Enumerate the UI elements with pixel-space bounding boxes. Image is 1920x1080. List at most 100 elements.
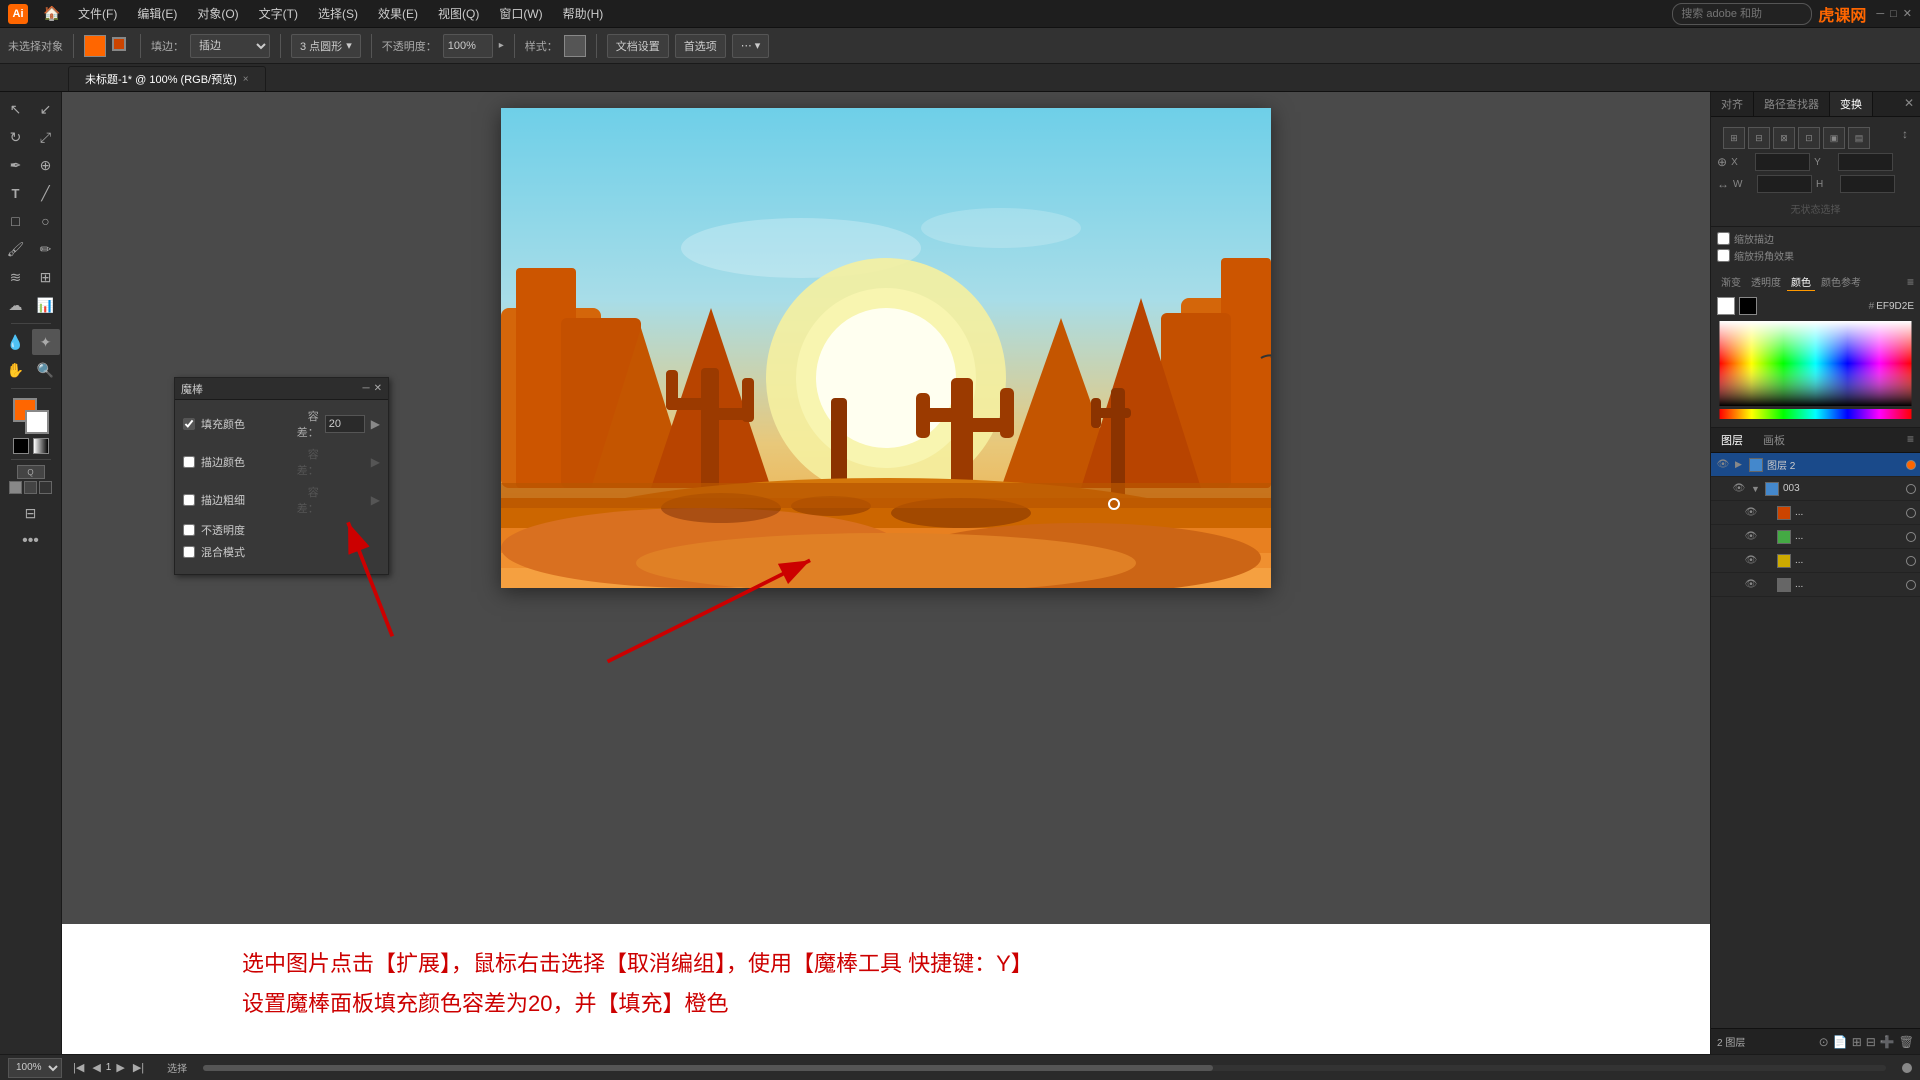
color-gradient-picker[interactable] [1717, 321, 1914, 421]
right-panel-close[interactable]: ✕ [1898, 92, 1920, 116]
layer-red[interactable]: 👁 ... [1711, 501, 1920, 525]
scroll-indicator[interactable] [1902, 1063, 1912, 1073]
close-btn[interactable]: ✕ [1903, 7, 1912, 20]
panel-close-btn[interactable]: ✕ [374, 383, 382, 394]
style-preview[interactable] [564, 35, 586, 57]
artboard-tool[interactable]: ⊟ [17, 500, 45, 526]
hand-tool[interactable]: ✋ [2, 357, 30, 383]
doc-settings-btn[interactable]: 文档设置 [607, 34, 669, 58]
menu-help[interactable]: 帮助(H) [555, 3, 612, 24]
layer-003-expand[interactable]: ▼ [1751, 484, 1761, 494]
menu-file[interactable]: 文件(F) [70, 3, 125, 24]
more-tools-btn[interactable]: ••• [17, 528, 45, 554]
layer-2-expand[interactable]: ▶ [1735, 459, 1745, 470]
scale-stroke-cb[interactable] [1717, 232, 1730, 245]
align-bottom-icon[interactable]: ▤ [1848, 127, 1870, 149]
zoom-tool[interactable]: 🔍 [32, 357, 60, 383]
home-btn[interactable]: 🏠 [38, 1, 66, 27]
minimize-btn[interactable]: ─ [1876, 8, 1884, 20]
opacity-checkbox[interactable] [183, 524, 195, 536]
layer-yellow[interactable]: 👁 ... [1711, 549, 1920, 573]
view-mode1[interactable] [9, 481, 22, 494]
anchor-tool[interactable]: ⊕ [32, 152, 60, 178]
menu-text[interactable]: 文字(T) [251, 3, 306, 24]
swap-colors-btn[interactable] [33, 438, 49, 454]
fill-arrow-icon[interactable]: ▶ [371, 417, 380, 431]
black-swatch[interactable] [1739, 297, 1757, 315]
point-type-btn[interactable]: 3 点圆形 ▾ [291, 34, 361, 58]
white-swatch[interactable] [1717, 297, 1735, 315]
tab-close-btn[interactable]: × [243, 74, 249, 85]
layer-red-eye[interactable]: 👁 [1743, 505, 1759, 521]
layers-menu-btn[interactable]: ≡ [1901, 428, 1920, 452]
warp-tool[interactable]: ≋ [2, 264, 30, 290]
blend-mode-checkbox[interactable] [183, 546, 195, 558]
reflect-tool[interactable]: ⤢ [32, 124, 60, 150]
align-right-icon[interactable]: ⊠ [1773, 127, 1795, 149]
background-color[interactable] [25, 410, 49, 434]
layer-green-eye[interactable]: 👁 [1743, 529, 1759, 545]
preferences-btn[interactable]: 首选项 [675, 34, 726, 58]
magic-wand-tool[interactable]: ✦ [32, 329, 60, 355]
w-input[interactable] [1757, 175, 1812, 193]
locate-btn[interactable]: ⊙ [1819, 1035, 1829, 1049]
line-tool[interactable]: ╱ [32, 180, 60, 206]
more-btn[interactable]: ⋯ ▾ [732, 34, 770, 58]
align-tab[interactable]: 对齐 [1711, 92, 1754, 116]
layer-003[interactable]: 👁 ▼ 003 [1711, 477, 1920, 501]
layers-tab[interactable]: 图层 [1711, 428, 1753, 452]
view-mode2[interactable] [24, 481, 37, 494]
align-top-icon[interactable]: ⊡ [1798, 127, 1820, 149]
menu-window[interactable]: 窗口(W) [491, 3, 550, 24]
search-input[interactable] [1672, 3, 1812, 25]
first-page-btn[interactable]: |◀ [70, 1061, 87, 1074]
stroke-weight-arrow[interactable]: ▶ [371, 493, 380, 507]
rect-tool[interactable]: □ [2, 208, 30, 234]
rotate-tool[interactable]: ↻ [2, 124, 30, 150]
layer-yellow-eye[interactable]: 👁 [1743, 553, 1759, 569]
artboards-tab[interactable]: 画板 [1753, 428, 1795, 452]
next-page-btn[interactable]: ▶ [113, 1061, 127, 1074]
arrange-btn[interactable]: ⊞ [1852, 1035, 1862, 1049]
align-middle-icon[interactable]: ▣ [1823, 127, 1845, 149]
new-layer-btn[interactable]: 📄 [1833, 1035, 1848, 1049]
align-left-icon[interactable]: ⊞ [1723, 127, 1745, 149]
zoom-select[interactable]: 100% [8, 1058, 62, 1078]
mask-btn[interactable]: ⊟ [1866, 1035, 1876, 1049]
mode-btn[interactable]: Q [17, 465, 45, 479]
layer-003-eye[interactable]: 👁 [1731, 481, 1747, 497]
chart-tool[interactable]: 📊 [32, 292, 60, 318]
layer-gray[interactable]: 👁 ... [1711, 573, 1920, 597]
symbol-sprayer-tool[interactable]: ☁ [2, 292, 30, 318]
align-center-icon[interactable]: ⊟ [1748, 127, 1770, 149]
stroke-color-checkbox[interactable] [183, 456, 195, 468]
artboard[interactable] [501, 108, 1271, 588]
menu-effect[interactable]: 效果(E) [370, 3, 426, 24]
pen-tool[interactable]: ✒ [2, 152, 30, 178]
layer-gray-eye[interactable]: 👁 [1743, 577, 1759, 593]
menu-edit[interactable]: 编辑(E) [129, 3, 185, 24]
stroke-weight-checkbox[interactable] [183, 494, 195, 506]
transparency-tab[interactable]: 透明度 [1747, 273, 1785, 291]
gradient-tab[interactable]: 渐变 [1717, 273, 1745, 291]
prev-page-btn[interactable]: ◀ [89, 1061, 103, 1074]
stroke-arrow-icon[interactable]: ▶ [371, 455, 380, 469]
color-tab[interactable]: 颜色 [1787, 273, 1815, 291]
paint-brush-tool[interactable]: 🖌 [2, 236, 30, 262]
fill-color-swatch[interactable] [84, 35, 106, 57]
text-tool[interactable]: T [2, 180, 30, 206]
opacity-arrow[interactable]: ▸ [499, 40, 504, 51]
last-page-btn[interactable]: ▶| [130, 1061, 147, 1074]
layer-item-2[interactable]: 👁 ▶ 图层 2 [1711, 453, 1920, 477]
panel-minimize-btn[interactable]: ─ [363, 383, 370, 394]
align-more-icon[interactable]: ↕ [1902, 127, 1908, 149]
opacity-input[interactable]: 100% [443, 34, 493, 58]
document-tab[interactable]: 未标题-1* @ 100% (RGB/预览) × [68, 66, 266, 91]
color-menu-icon[interactable]: ≡ [1907, 275, 1914, 289]
x-input[interactable] [1755, 153, 1810, 171]
menu-view[interactable]: 视图(Q) [430, 3, 487, 24]
interpolation-select[interactable]: 插边 [190, 34, 270, 58]
layer-2-eye[interactable]: 👁 [1715, 457, 1731, 473]
view-mode3[interactable] [39, 481, 52, 494]
pencil-tool[interactable]: ✏ [32, 236, 60, 262]
